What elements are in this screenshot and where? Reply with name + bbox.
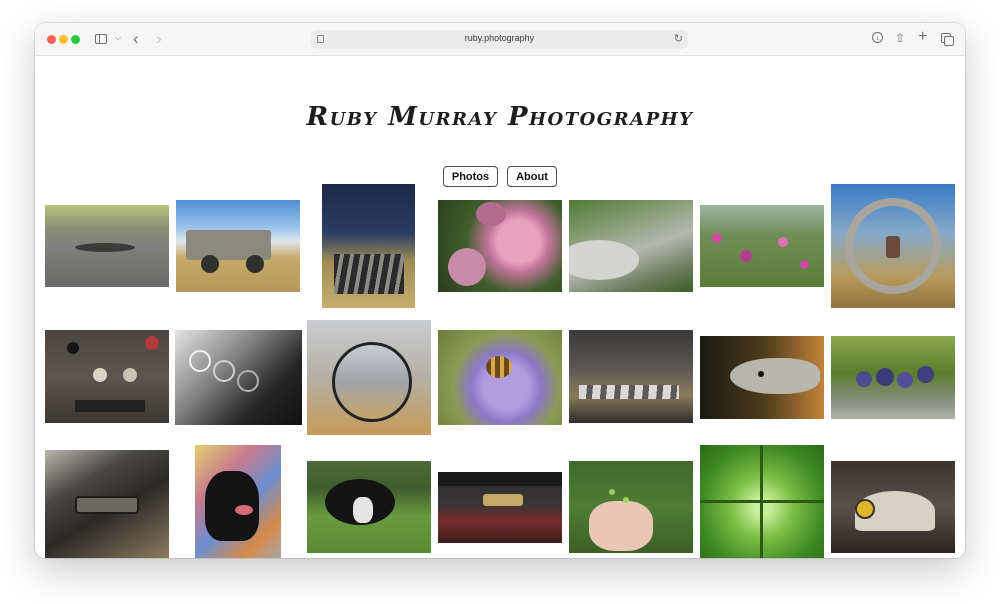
photo-fern-and-rocks[interactable]	[569, 200, 693, 292]
page-content: Ruby Murray Photography Photos About	[35, 56, 965, 558]
back-arrow-icon[interactable]: ‹	[133, 30, 139, 47]
photo-harvester-header[interactable]	[322, 184, 415, 308]
photo-control-panel[interactable]	[45, 330, 169, 423]
browser-toolbar: ⌵ ‹ › ruby.photography ↻ ↓ ⇧ +	[35, 23, 965, 56]
photo-collie-in-grass[interactable]	[307, 461, 431, 553]
nav-photos-button[interactable]: Photos	[443, 166, 498, 187]
photo-door-handle[interactable]	[45, 450, 169, 558]
photo-miner-helmet[interactable]	[831, 461, 955, 553]
photo-snake-head[interactable]	[700, 336, 824, 419]
photo-grain-on-metal[interactable]	[438, 472, 562, 543]
photo-black-dog[interactable]	[195, 445, 281, 558]
forward-arrow-icon[interactable]: ›	[156, 30, 162, 47]
share-icon[interactable]: ⇧	[895, 32, 905, 44]
photo-machine-ring-reflection[interactable]	[831, 184, 955, 308]
reload-icon[interactable]: ↻	[674, 32, 683, 45]
photo-wildflowers[interactable]	[700, 205, 824, 287]
photo-pink-roses[interactable]	[438, 200, 562, 292]
sidebar-toggle-icon[interactable]	[95, 34, 107, 44]
photo-side-mirror[interactable]	[307, 320, 431, 435]
photo-hand-with-flowers[interactable]	[569, 461, 693, 553]
maximize-window-button[interactable]	[71, 35, 80, 44]
address-bar[interactable]: ruby.photography ↻	[311, 30, 688, 49]
url-text: ruby.photography	[464, 33, 535, 43]
chevron-down-icon[interactable]: ⌵	[115, 34, 121, 42]
site-title: Ruby Murray Photography	[306, 102, 694, 132]
close-window-button[interactable]	[47, 35, 56, 44]
new-tab-icon[interactable]: +	[918, 29, 927, 45]
photo-bw-dashboard[interactable]	[175, 330, 302, 425]
photo-lizard[interactable]	[45, 205, 169, 287]
photo-bee-on-cornflower[interactable]	[438, 330, 562, 425]
photo-old-truck[interactable]	[176, 200, 300, 292]
minimize-window-button[interactable]	[59, 35, 68, 44]
photo-blueberries[interactable]	[831, 336, 955, 419]
tab-overview-icon[interactable]	[941, 33, 954, 46]
browser-window: ⌵ ‹ › ruby.photography ↻ ↓ ⇧ + Ruby Murr…	[35, 23, 965, 558]
photo-palm-fronds[interactable]	[700, 445, 824, 558]
photo-grain-machinery[interactable]	[569, 330, 693, 423]
download-icon[interactable]: ↓	[872, 32, 883, 43]
nav-about-button[interactable]: About	[507, 166, 557, 187]
